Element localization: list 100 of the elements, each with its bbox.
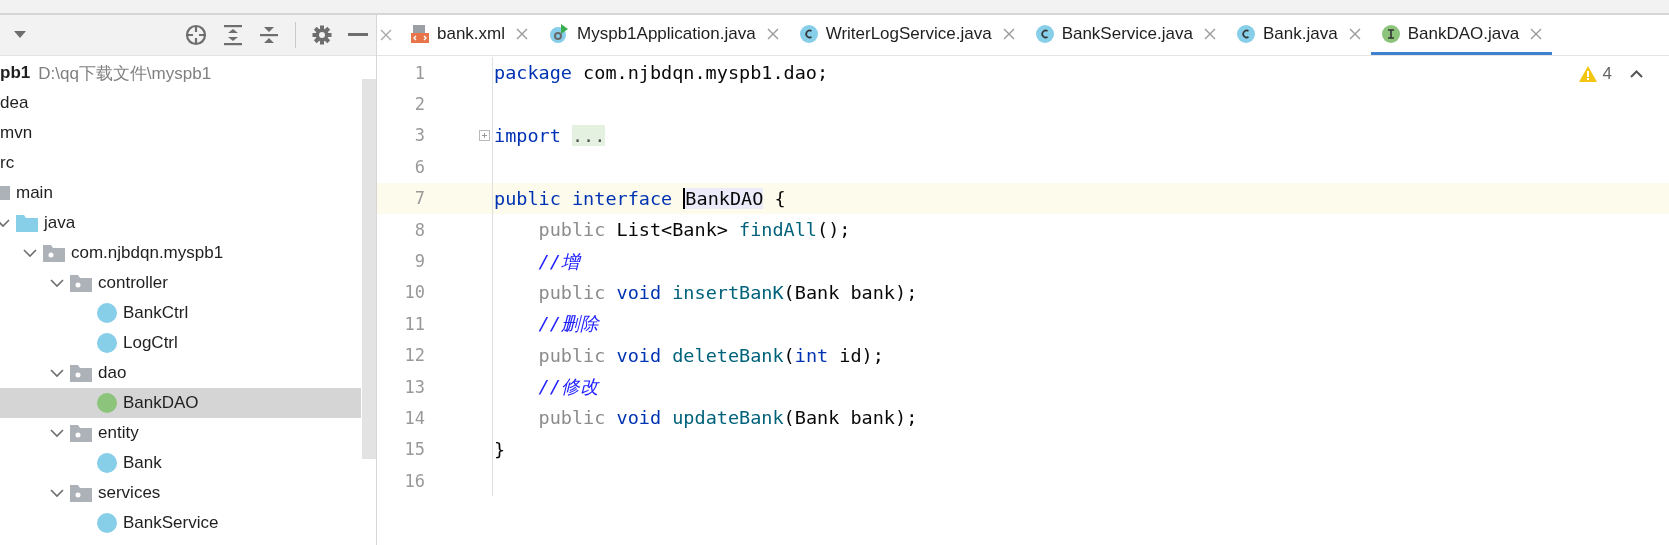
tree-row[interactable]: com.njbdqn.myspb1 [0,238,361,268]
chevron-down-icon[interactable] [50,368,64,378]
line-number: 1 [413,62,425,83]
class-icon [1235,23,1256,44]
editor-tab[interactable]: bank.xml [400,15,539,55]
tree-row[interactable]: BankService [0,508,361,538]
close-icon[interactable] [1203,27,1216,40]
chevron-down-icon[interactable] [23,248,37,258]
tree-item-label: java [44,213,76,233]
file-type-icon [97,303,117,323]
scrollbar[interactable] [362,79,376,459]
tree-row[interactable]: BankCtrl [0,298,361,328]
tree-row[interactable]: main [0,178,361,208]
interface-icon [1380,23,1401,44]
tree-row[interactable]: rc [0,148,361,178]
tree-item-label: entity [98,423,139,443]
package-folder-icon [43,244,65,262]
tree-row[interactable]: controller [0,268,361,298]
line-number: 15 [403,439,425,460]
code-line: public void insertBanK(Bank bank); [537,281,918,303]
tree-item-label: BankService [123,513,219,533]
editor-tab[interactable]: BankDAO.java [1370,15,1553,55]
class-icon [798,23,819,44]
settings-icon[interactable] [312,25,332,45]
project-root[interactable]: pb1 D:\qq下载文件\myspb1 [0,58,361,88]
file-type-icon [97,393,117,413]
line-number: 11 [403,313,425,334]
editor-tab[interactable]: WriterLogService.java [788,15,1025,55]
tree-row[interactable]: Bank [0,448,361,478]
dropdown-caret-icon[interactable] [14,31,26,39]
tree-row[interactable]: dao [0,358,361,388]
tree-item-label: dao [98,363,127,383]
code-line: public void deleteBank(int id); [537,344,884,366]
package-folder-icon [70,364,92,382]
package-folder-icon [70,274,92,292]
line-number: 14 [403,408,425,428]
tree-row[interactable]: LogCtrl [0,328,361,358]
tree-item-label: rc [0,153,15,173]
file-type-icon [97,453,117,473]
package-folder-icon [70,484,92,502]
code-line: //修改 [537,375,599,400]
code-line: public List<Bank> findAll(); [537,219,851,241]
tree-item-label: BankDAO [123,393,199,413]
line-number: 2 [413,94,425,115]
folder-icon [16,214,38,232]
close-icon[interactable] [1348,27,1361,40]
tree-item-label: main [16,183,53,203]
tree-item-label: dea [0,93,29,113]
chevron-down-icon[interactable] [50,488,64,498]
tree-row[interactable]: java [0,208,361,238]
class-icon [1034,23,1055,44]
package-folder-icon [70,424,92,442]
line-number: 7 [413,188,425,209]
fold-marker-icon[interactable] [479,129,490,141]
close-icon[interactable] [380,29,392,41]
tree-row[interactable]: services [0,478,361,508]
project-name: pb1 [0,63,31,83]
chevron-up-icon[interactable] [1630,70,1643,78]
tree-row[interactable]: dea [0,88,361,118]
close-icon[interactable] [1002,27,1015,40]
project-path: D:\qq下载文件\myspb1 [38,62,212,85]
close-icon[interactable] [1530,27,1543,40]
code-line: //删除 [537,312,599,337]
chevron-down-icon[interactable] [50,278,64,288]
locate-icon[interactable] [185,24,207,46]
editor-tab[interactable]: Myspb1Application.java [538,15,789,55]
editor-tab[interactable]: Bank.java [1225,15,1371,55]
code-line: //增 [537,249,580,274]
close-icon[interactable] [516,27,529,40]
tree-item-label: mvn [0,123,33,143]
file-type-icon [97,333,117,353]
tree-row[interactable]: mvn [0,118,361,148]
line-number: 9 [413,251,425,272]
expand-all-icon[interactable] [223,24,243,46]
collapse-all-icon[interactable] [259,24,279,46]
tree-item-label: com.njbdqn.myspb1 [71,243,224,263]
code-line: package com.njbdqn.myspb1.dao; [493,62,829,84]
selected-tree-row[interactable]: BankDAO [0,388,361,418]
code-line: import ... [493,124,606,146]
line-number: 8 [413,219,425,240]
line-number: 12 [403,345,425,366]
editor-tab[interactable]: BankService.java [1024,15,1226,55]
close-icon[interactable] [766,27,779,40]
xml-file-icon [410,23,430,44]
line-number: 16 [403,470,425,491]
folder-icon [0,185,10,201]
minimize-icon[interactable] [348,33,368,37]
file-type-icon [97,513,117,533]
tree-item-label: BankCtrl [123,303,189,323]
code-line: public interface BankDAO { [493,187,786,209]
line-number: 6 [413,156,425,177]
tree-row[interactable]: entity [0,418,361,448]
code-line: } [493,438,506,460]
tree-item-label: Bank [123,453,162,473]
line-number: 13 [403,376,425,397]
tree-item-label: controller [98,273,168,293]
tree-item-label: services [98,483,161,503]
warning-count: 4 [1602,64,1612,84]
chevron-down-icon[interactable] [0,218,10,228]
chevron-down-icon[interactable] [50,428,64,438]
